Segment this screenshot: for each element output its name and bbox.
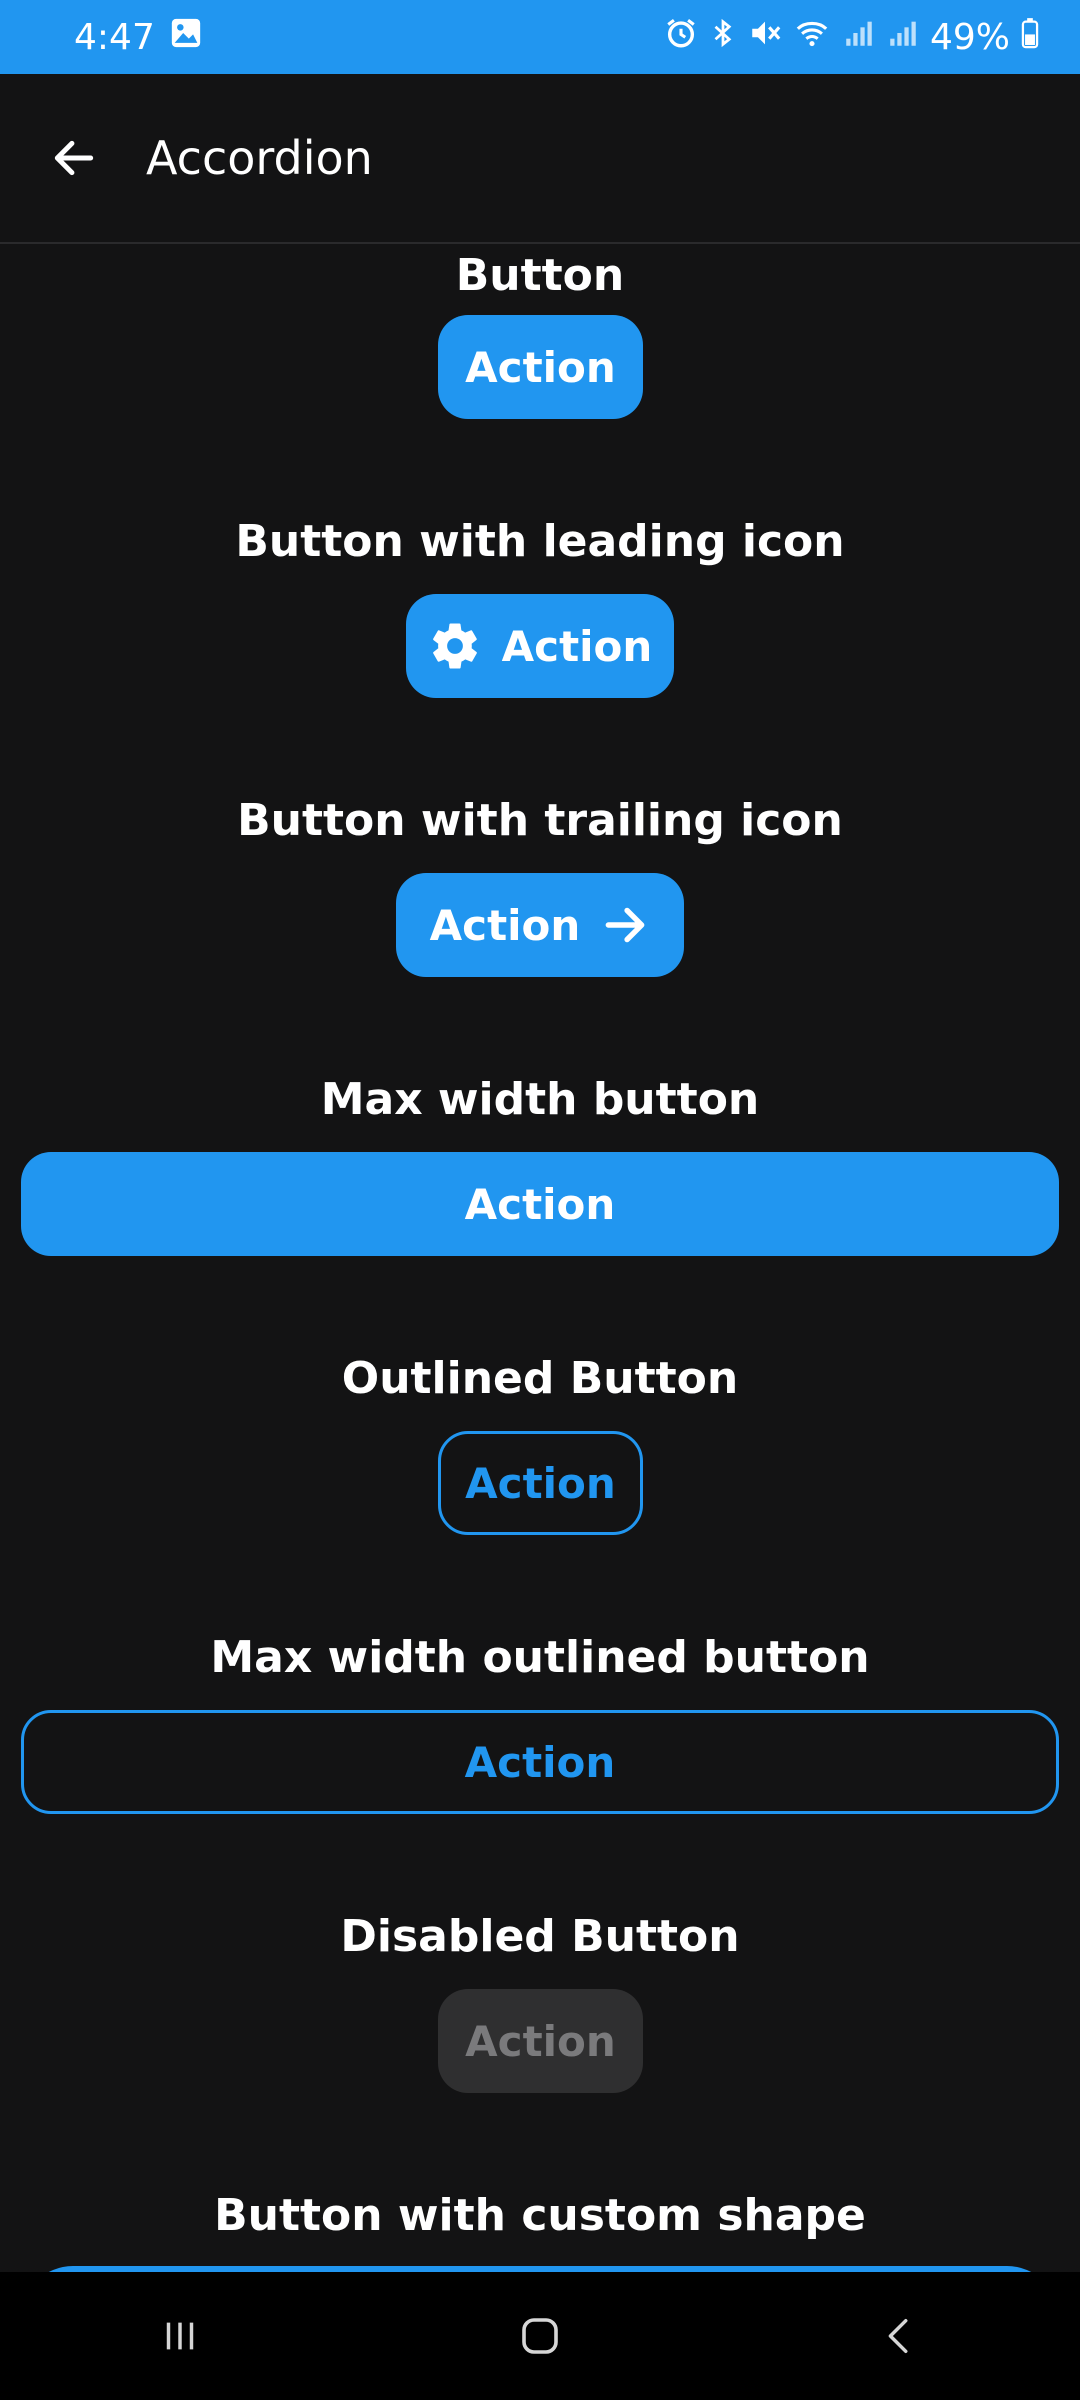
arrow-right-icon bbox=[605, 907, 645, 943]
section-max-width-outlined-button: Max width outlined button bbox=[0, 1628, 1080, 1688]
button-label: Action bbox=[465, 342, 616, 392]
page-title: Accordion bbox=[146, 131, 373, 185]
wifi-icon bbox=[792, 16, 832, 59]
battery-percent: 49% bbox=[929, 16, 1010, 58]
section-button-trailing-icon: Button with trailing icon bbox=[0, 791, 1080, 851]
mute-icon bbox=[748, 16, 782, 59]
back-button[interactable] bbox=[24, 108, 124, 208]
action-button-trailing-icon[interactable]: Action bbox=[396, 873, 684, 977]
section-max-width-button: Max width button bbox=[0, 1070, 1080, 1130]
recents-icon bbox=[166, 2322, 194, 2350]
action-button-leading-icon[interactable]: Action bbox=[406, 594, 674, 698]
button-label: Action bbox=[465, 2016, 616, 2066]
button-label: Action bbox=[501, 621, 653, 671]
max-width-outlined-action-button[interactable]: Action bbox=[21, 1710, 1059, 1814]
section-disabled-button: Disabled Button bbox=[0, 1907, 1080, 1967]
section-title: Outlined Button bbox=[341, 1353, 739, 1404]
status-right: 49% bbox=[664, 16, 1040, 59]
home-button[interactable] bbox=[480, 2286, 600, 2386]
section-button-leading-icon: Button with leading icon bbox=[0, 512, 1080, 572]
nav-back-button[interactable] bbox=[840, 2286, 960, 2386]
section-button: Button bbox=[0, 246, 1080, 306]
section-title: Button bbox=[455, 250, 625, 301]
gear-icon bbox=[432, 623, 477, 669]
section-title: Button with trailing icon bbox=[237, 795, 843, 846]
status-left: 4:47 bbox=[74, 16, 203, 59]
button-label: Action bbox=[464, 1179, 616, 1229]
section-title: Button with custom shape bbox=[214, 2190, 866, 2241]
status-time: 4:47 bbox=[74, 16, 155, 58]
section-title: Max width outlined button bbox=[210, 1632, 870, 1683]
outlined-action-button[interactable]: Action bbox=[438, 1431, 643, 1535]
gallery-icon bbox=[169, 16, 203, 59]
recents-button[interactable] bbox=[120, 2286, 240, 2386]
section-custom-shape-button: Button with custom shape bbox=[0, 2186, 1080, 2246]
battery-icon bbox=[1020, 16, 1040, 59]
signal-icon bbox=[886, 16, 920, 59]
button-label: Action bbox=[465, 1458, 616, 1508]
home-icon bbox=[522, 2318, 558, 2354]
content-scroll[interactable]: Button Action Button with leading icon A… bbox=[0, 246, 1080, 2272]
section-title: Disabled Button bbox=[340, 1911, 740, 1962]
max-width-action-button[interactable]: Action bbox=[21, 1152, 1059, 1256]
bluetooth-icon bbox=[708, 16, 738, 59]
action-button[interactable]: Action bbox=[438, 315, 643, 419]
button-label: Action bbox=[464, 1737, 616, 1787]
section-outlined-button: Outlined Button bbox=[0, 1349, 1080, 1409]
disabled-action-button: Action bbox=[438, 1989, 643, 2093]
arrow-left-icon bbox=[54, 140, 94, 176]
alarm-icon bbox=[664, 16, 698, 59]
section-title: Button with leading icon bbox=[235, 516, 845, 567]
app-bar: Accordion bbox=[0, 74, 1080, 244]
status-bar: 4:47 49% bbox=[0, 0, 1080, 74]
button-label: Action bbox=[429, 900, 581, 950]
system-nav-bar bbox=[0, 2272, 1080, 2400]
back-icon bbox=[888, 2318, 908, 2354]
section-title: Max width button bbox=[320, 1074, 760, 1125]
signal-icon bbox=[842, 16, 876, 59]
